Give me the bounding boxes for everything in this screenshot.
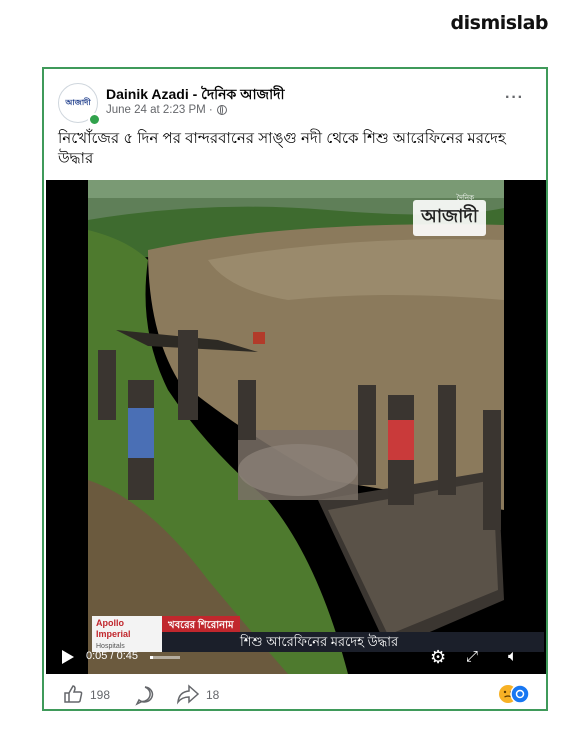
more-options-button[interactable]: ··· (505, 89, 524, 107)
video-time: 0:05 / 0:45 (86, 650, 138, 662)
like-icon[interactable] (62, 683, 84, 705)
video-frame-image (88, 180, 504, 674)
facebook-post-card: আজাদী Dainik Azadi - দৈনিক আজাদী June 24… (42, 67, 548, 711)
post-footer: 198 18 (44, 681, 546, 709)
sponsor-name: Apollo Imperial (96, 618, 131, 639)
channel-logo: আজাদী (413, 200, 486, 236)
post-date[interactable]: June 24 at 2:23 PM · (106, 104, 213, 116)
post-caption: নিখোঁজের ৫ দিন পর বান্দরবানের সাঙ্গু নদী… (58, 130, 506, 167)
dismislab-logo: dismislab (450, 12, 549, 34)
gear-icon[interactable]: ⚙ (430, 647, 450, 667)
progress-fill (150, 656, 154, 659)
fullscreen-icon[interactable]: ⤢ (466, 647, 486, 667)
avatar-text: আজাদী (65, 97, 91, 107)
play-icon[interactable] (62, 650, 74, 664)
globe-icon (216, 105, 227, 115)
share-count[interactable]: 18 (206, 688, 219, 702)
reactions-icon[interactable] (496, 683, 532, 705)
comment-icon[interactable] (134, 684, 156, 706)
post-meta: June 24 at 2:23 PM · (106, 104, 227, 116)
like-count[interactable]: 198 (90, 688, 110, 702)
online-status-dot (88, 113, 101, 126)
video-controls: 0:05 / 0:45 ⚙ ⤢ 🔈︎ (46, 640, 546, 674)
share-icon[interactable] (176, 683, 200, 705)
video-player[interactable]: দৈনিক আজাদী Apollo Imperial Hospitals খব… (46, 180, 546, 674)
mute-icon[interactable]: 🔈︎ (508, 647, 528, 667)
progress-track[interactable] (150, 656, 180, 659)
